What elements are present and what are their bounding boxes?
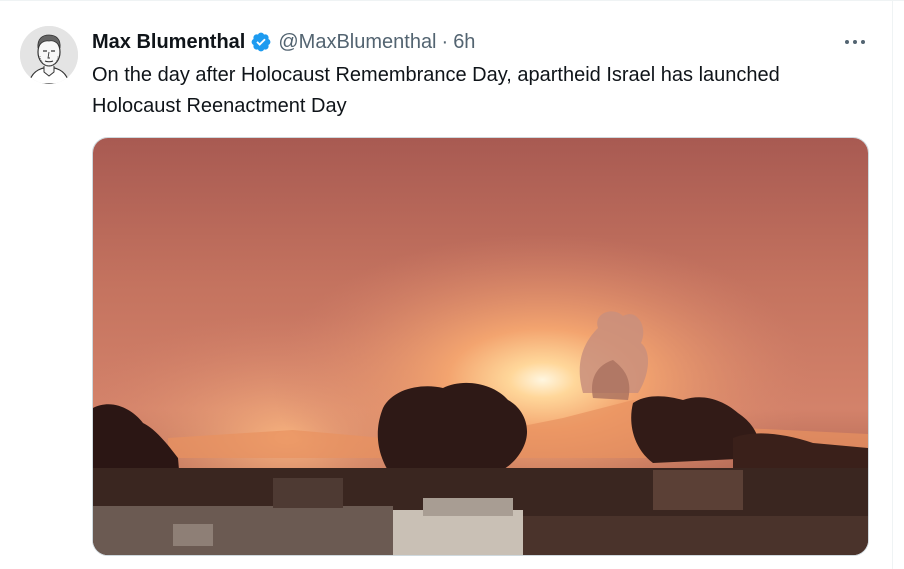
author-name[interactable]: Max Blumenthal [92, 31, 245, 54]
timestamp[interactable]: 6h [453, 31, 475, 54]
separator-dot: · [441, 30, 449, 53]
dot-icon [845, 40, 849, 44]
verified-badge-icon[interactable] [250, 31, 272, 53]
dot-icon [853, 40, 857, 44]
avatar-illustration [20, 26, 78, 84]
divider [0, 0, 904, 1]
explosion-photo [93, 138, 868, 555]
tweet-text: On the day after Holocaust Remembrance D… [92, 64, 780, 117]
more-options-icon[interactable] [838, 31, 872, 53]
author-handle[interactable]: @MaxBlumenthal [278, 31, 436, 54]
avatar[interactable] [20, 26, 78, 84]
tweet-header: Max Blumenthal @MaxBlumenthal · 6h [92, 29, 475, 55]
tweet-card[interactable]: Max Blumenthal @MaxBlumenthal · 6h On th… [0, 0, 904, 569]
tweet-media-image[interactable] [92, 137, 869, 556]
dot-icon [861, 40, 865, 44]
divider [892, 0, 893, 569]
